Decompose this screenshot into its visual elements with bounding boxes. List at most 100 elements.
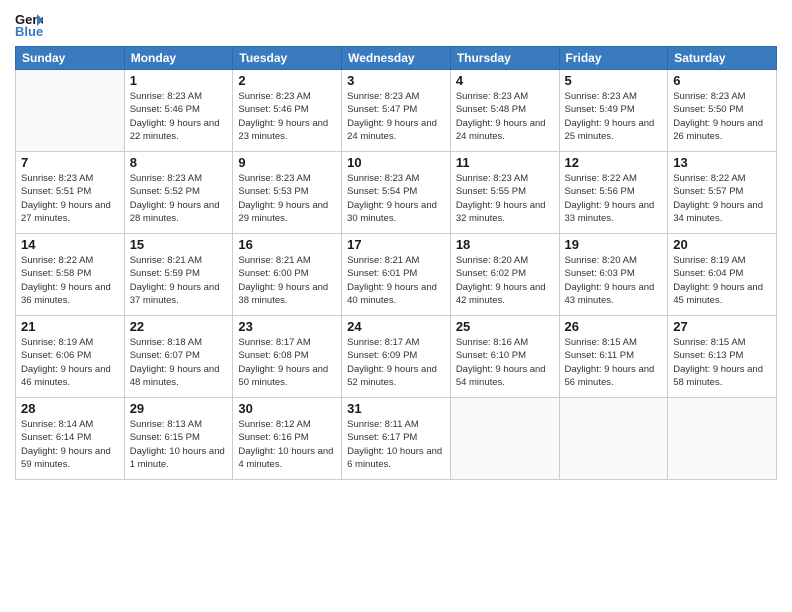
day-number: 26 bbox=[565, 319, 663, 334]
day-info: Sunrise: 8:12 AMSunset: 6:16 PMDaylight:… bbox=[238, 418, 336, 471]
day-info: Sunrise: 8:21 AMSunset: 5:59 PMDaylight:… bbox=[130, 254, 228, 307]
calendar-cell: 25 Sunrise: 8:16 AMSunset: 6:10 PMDayligh… bbox=[450, 316, 559, 398]
logo-icon: General Blue bbox=[15, 10, 43, 38]
calendar-cell: 10 Sunrise: 8:23 AMSunset: 5:54 PMDayligh… bbox=[342, 152, 451, 234]
weekday-header-tuesday: Tuesday bbox=[233, 47, 342, 70]
calendar-cell: 9 Sunrise: 8:23 AMSunset: 5:53 PMDaylight… bbox=[233, 152, 342, 234]
calendar-cell: 19 Sunrise: 8:20 AMSunset: 6:03 PMDayligh… bbox=[559, 234, 668, 316]
calendar-cell: 26 Sunrise: 8:15 AMSunset: 6:11 PMDayligh… bbox=[559, 316, 668, 398]
day-number: 12 bbox=[565, 155, 663, 170]
weekday-header-wednesday: Wednesday bbox=[342, 47, 451, 70]
weekday-header-monday: Monday bbox=[124, 47, 233, 70]
calendar-cell: 14Sunrise: 8:22 AMSunset: 5:58 PMDayligh… bbox=[16, 234, 125, 316]
calendar-cell: 21 Sunrise: 8:19 AMSunset: 6:06 PMDayligh… bbox=[16, 316, 125, 398]
weekday-header-sunday: Sunday bbox=[16, 47, 125, 70]
logo: General Blue bbox=[15, 10, 47, 38]
day-number: 25 bbox=[456, 319, 554, 334]
day-info: Sunrise: 8:23 AMSunset: 5:48 PMDaylight:… bbox=[456, 90, 554, 143]
calendar-cell: 17 Sunrise: 8:21 AMSunset: 6:01 PMDayligh… bbox=[342, 234, 451, 316]
day-info: Sunrise: 8:23 AMSunset: 5:46 PMDaylight:… bbox=[238, 90, 336, 143]
day-number: 6 bbox=[673, 73, 771, 88]
calendar-week-2: 7 Sunrise: 8:23 AMSunset: 5:51 PMDaylight… bbox=[16, 152, 777, 234]
day-info: Sunrise: 8:23 AMSunset: 5:55 PMDaylight:… bbox=[456, 172, 554, 225]
weekday-header-saturday: Saturday bbox=[668, 47, 777, 70]
day-number: 18 bbox=[456, 237, 554, 252]
calendar-cell: 8 Sunrise: 8:23 AMSunset: 5:52 PMDaylight… bbox=[124, 152, 233, 234]
day-number: 13 bbox=[673, 155, 771, 170]
day-info: Sunrise: 8:23 AMSunset: 5:53 PMDaylight:… bbox=[238, 172, 336, 225]
day-number: 15 bbox=[130, 237, 228, 252]
calendar-cell: 28 Sunrise: 8:14 AMSunset: 6:14 PMDayligh… bbox=[16, 398, 125, 480]
day-info: Sunrise: 8:23 AMSunset: 5:52 PMDaylight:… bbox=[130, 172, 228, 225]
day-info: Sunrise: 8:23 AMSunset: 5:50 PMDaylight:… bbox=[673, 90, 771, 143]
page: General Blue SundayMondayTuesdayWednesda… bbox=[0, 0, 792, 612]
day-info: Sunrise: 8:23 AMSunset: 5:47 PMDaylight:… bbox=[347, 90, 445, 143]
day-number: 2 bbox=[238, 73, 336, 88]
day-info: Sunrise: 8:17 AMSunset: 6:08 PMDaylight:… bbox=[238, 336, 336, 389]
calendar-cell: 1Sunrise: 8:23 AMSunset: 5:46 PMDaylight… bbox=[124, 70, 233, 152]
day-number: 7 bbox=[21, 155, 119, 170]
day-number: 11 bbox=[456, 155, 554, 170]
day-number: 21 bbox=[21, 319, 119, 334]
day-info: Sunrise: 8:21 AMSunset: 6:01 PMDaylight:… bbox=[347, 254, 445, 307]
day-info: Sunrise: 8:15 AMSunset: 6:11 PMDaylight:… bbox=[565, 336, 663, 389]
day-number: 5 bbox=[565, 73, 663, 88]
calendar-cell: 4Sunrise: 8:23 AMSunset: 5:48 PMDaylight… bbox=[450, 70, 559, 152]
day-info: Sunrise: 8:20 AMSunset: 6:03 PMDaylight:… bbox=[565, 254, 663, 307]
calendar-cell: 29 Sunrise: 8:13 AMSunset: 6:15 PMDayligh… bbox=[124, 398, 233, 480]
calendar-week-5: 28 Sunrise: 8:14 AMSunset: 6:14 PMDayligh… bbox=[16, 398, 777, 480]
day-number: 17 bbox=[347, 237, 445, 252]
day-info: Sunrise: 8:19 AMSunset: 6:04 PMDaylight:… bbox=[673, 254, 771, 307]
weekday-header-row: SundayMondayTuesdayWednesdayThursdayFrid… bbox=[16, 47, 777, 70]
calendar-cell: 18Sunrise: 8:20 AMSunset: 6:02 PMDayligh… bbox=[450, 234, 559, 316]
calendar-cell: 16Sunrise: 8:21 AMSunset: 6:00 PMDayligh… bbox=[233, 234, 342, 316]
day-number: 8 bbox=[130, 155, 228, 170]
calendar-cell: 11 Sunrise: 8:23 AMSunset: 5:55 PMDayligh… bbox=[450, 152, 559, 234]
day-info: Sunrise: 8:13 AMSunset: 6:15 PMDaylight:… bbox=[130, 418, 228, 471]
calendar-week-4: 21 Sunrise: 8:19 AMSunset: 6:06 PMDayligh… bbox=[16, 316, 777, 398]
day-info: Sunrise: 8:16 AMSunset: 6:10 PMDaylight:… bbox=[456, 336, 554, 389]
day-info: Sunrise: 8:22 AMSunset: 5:57 PMDaylight:… bbox=[673, 172, 771, 225]
day-number: 28 bbox=[21, 401, 119, 416]
day-number: 29 bbox=[130, 401, 228, 416]
calendar-cell: 31 Sunrise: 8:11 AMSunset: 6:17 PMDayligh… bbox=[342, 398, 451, 480]
day-info: Sunrise: 8:23 AMSunset: 5:51 PMDaylight:… bbox=[21, 172, 119, 225]
svg-text:Blue: Blue bbox=[15, 24, 43, 38]
day-info: Sunrise: 8:23 AMSunset: 5:54 PMDaylight:… bbox=[347, 172, 445, 225]
calendar-week-3: 14Sunrise: 8:22 AMSunset: 5:58 PMDayligh… bbox=[16, 234, 777, 316]
day-number: 30 bbox=[238, 401, 336, 416]
calendar-cell: 20 Sunrise: 8:19 AMSunset: 6:04 PMDayligh… bbox=[668, 234, 777, 316]
calendar-cell bbox=[450, 398, 559, 480]
calendar-cell: 5 Sunrise: 8:23 AMSunset: 5:49 PMDaylight… bbox=[559, 70, 668, 152]
day-number: 31 bbox=[347, 401, 445, 416]
calendar-week-1: 1Sunrise: 8:23 AMSunset: 5:46 PMDaylight… bbox=[16, 70, 777, 152]
calendar-cell: 24Sunrise: 8:17 AMSunset: 6:09 PMDayligh… bbox=[342, 316, 451, 398]
day-info: Sunrise: 8:11 AMSunset: 6:17 PMDaylight:… bbox=[347, 418, 445, 471]
calendar-cell: 13 Sunrise: 8:22 AMSunset: 5:57 PMDayligh… bbox=[668, 152, 777, 234]
day-info: Sunrise: 8:14 AMSunset: 6:14 PMDaylight:… bbox=[21, 418, 119, 471]
header: General Blue bbox=[15, 10, 777, 38]
day-info: Sunrise: 8:23 AMSunset: 5:49 PMDaylight:… bbox=[565, 90, 663, 143]
calendar-cell: 23Sunrise: 8:17 AMSunset: 6:08 PMDayligh… bbox=[233, 316, 342, 398]
calendar-cell: 30 Sunrise: 8:12 AMSunset: 6:16 PMDayligh… bbox=[233, 398, 342, 480]
calendar-cell bbox=[668, 398, 777, 480]
day-number: 14 bbox=[21, 237, 119, 252]
day-number: 9 bbox=[238, 155, 336, 170]
day-info: Sunrise: 8:15 AMSunset: 6:13 PMDaylight:… bbox=[673, 336, 771, 389]
day-number: 16 bbox=[238, 237, 336, 252]
calendar-cell: 12 Sunrise: 8:22 AMSunset: 5:56 PMDayligh… bbox=[559, 152, 668, 234]
calendar-cell bbox=[559, 398, 668, 480]
day-number: 24 bbox=[347, 319, 445, 334]
day-number: 20 bbox=[673, 237, 771, 252]
calendar-cell: 27 Sunrise: 8:15 AMSunset: 6:13 PMDayligh… bbox=[668, 316, 777, 398]
calendar-cell bbox=[16, 70, 125, 152]
day-number: 10 bbox=[347, 155, 445, 170]
day-number: 22 bbox=[130, 319, 228, 334]
weekday-header-thursday: Thursday bbox=[450, 47, 559, 70]
weekday-header-friday: Friday bbox=[559, 47, 668, 70]
day-info: Sunrise: 8:23 AMSunset: 5:46 PMDaylight:… bbox=[130, 90, 228, 143]
day-info: Sunrise: 8:22 AMSunset: 5:56 PMDaylight:… bbox=[565, 172, 663, 225]
day-info: Sunrise: 8:19 AMSunset: 6:06 PMDaylight:… bbox=[21, 336, 119, 389]
day-number: 19 bbox=[565, 237, 663, 252]
day-number: 27 bbox=[673, 319, 771, 334]
